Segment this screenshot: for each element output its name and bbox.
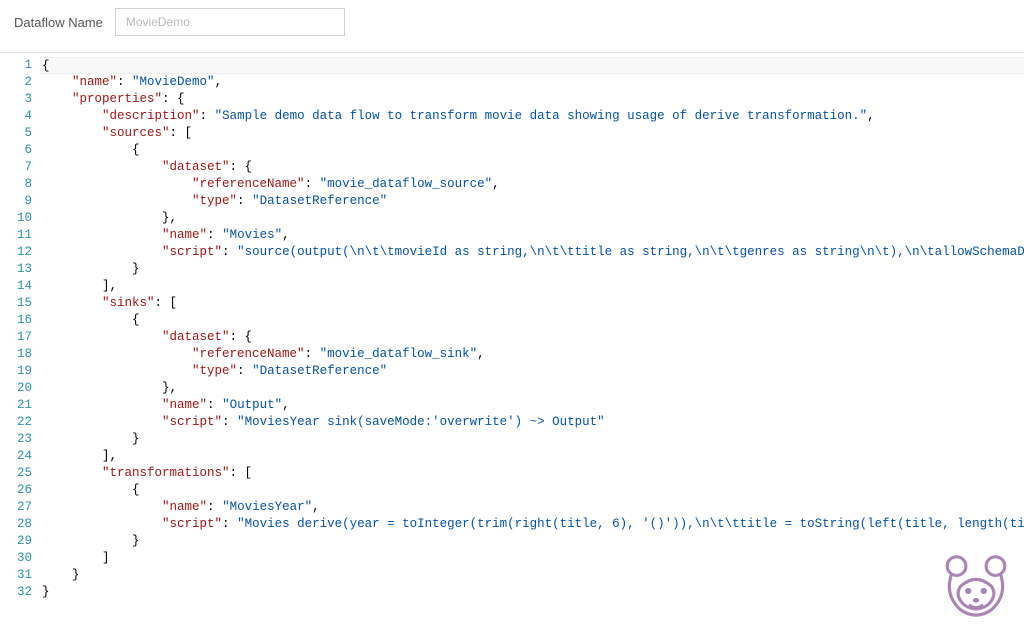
dataflow-name-input[interactable] bbox=[115, 8, 345, 36]
line-number: 10 bbox=[4, 210, 32, 227]
code-line[interactable]: "referenceName": "movie_dataflow_sink", bbox=[40, 346, 1024, 363]
line-number: 11 bbox=[4, 227, 32, 244]
line-number: 20 bbox=[4, 380, 32, 397]
code-line[interactable]: { bbox=[40, 482, 1024, 499]
monkey-logo-icon bbox=[936, 549, 1016, 619]
code-line[interactable]: "dataset": { bbox=[40, 159, 1024, 176]
code-line[interactable]: } bbox=[40, 567, 1024, 584]
code-line[interactable]: { bbox=[40, 312, 1024, 329]
code-line[interactable]: }, bbox=[40, 380, 1024, 397]
code-line[interactable]: "type": "DatasetReference" bbox=[40, 363, 1024, 380]
code-line[interactable]: "description": "Sample demo data flow to… bbox=[40, 108, 1024, 125]
line-number: 21 bbox=[4, 397, 32, 414]
line-number: 31 bbox=[4, 567, 32, 584]
code-line[interactable]: } bbox=[40, 533, 1024, 550]
code-line[interactable]: "script": "MoviesYear sink(saveMode:'ove… bbox=[40, 414, 1024, 431]
code-line[interactable]: "sinks": [ bbox=[40, 295, 1024, 312]
code-line[interactable]: { bbox=[40, 142, 1024, 159]
line-number: 18 bbox=[4, 346, 32, 363]
line-number-gutter: 1234567891011121314151617181920212223242… bbox=[0, 53, 40, 629]
code-line[interactable]: "name": "MovieDemo", bbox=[40, 74, 1024, 91]
line-number: 15 bbox=[4, 295, 32, 312]
code-line[interactable]: }, bbox=[40, 210, 1024, 227]
code-line[interactable]: { bbox=[40, 57, 1024, 74]
code-line[interactable]: "type": "DatasetReference" bbox=[40, 193, 1024, 210]
code-line[interactable]: } bbox=[40, 261, 1024, 278]
code-line[interactable]: "name": "Movies", bbox=[40, 227, 1024, 244]
line-number: 12 bbox=[4, 244, 32, 261]
line-number: 19 bbox=[4, 363, 32, 380]
line-number: 2 bbox=[4, 74, 32, 91]
code-line[interactable]: "script": "source(output(\n\t\tmovieId a… bbox=[40, 244, 1024, 261]
line-number: 7 bbox=[4, 159, 32, 176]
line-number: 30 bbox=[4, 550, 32, 567]
dataflow-name-label: Dataflow Name bbox=[14, 15, 103, 30]
line-number: 24 bbox=[4, 448, 32, 465]
code-line[interactable]: ], bbox=[40, 448, 1024, 465]
code-line[interactable]: "name": "Output", bbox=[40, 397, 1024, 414]
line-number: 25 bbox=[4, 465, 32, 482]
line-number: 16 bbox=[4, 312, 32, 329]
code-line[interactable]: "dataset": { bbox=[40, 329, 1024, 346]
line-number: 9 bbox=[4, 193, 32, 210]
code-line[interactable]: "properties": { bbox=[40, 91, 1024, 108]
code-line[interactable]: "transformations": [ bbox=[40, 465, 1024, 482]
line-number: 8 bbox=[4, 176, 32, 193]
line-number: 17 bbox=[4, 329, 32, 346]
line-number: 23 bbox=[4, 431, 32, 448]
line-number: 6 bbox=[4, 142, 32, 159]
line-number: 13 bbox=[4, 261, 32, 278]
line-number: 32 bbox=[4, 584, 32, 601]
line-number: 3 bbox=[4, 91, 32, 108]
line-number: 5 bbox=[4, 125, 32, 142]
code-line[interactable]: ], bbox=[40, 278, 1024, 295]
json-editor[interactable]: 1234567891011121314151617181920212223242… bbox=[0, 52, 1024, 629]
line-number: 27 bbox=[4, 499, 32, 516]
code-line[interactable]: "referenceName": "movie_dataflow_source"… bbox=[40, 176, 1024, 193]
line-number: 1 bbox=[4, 57, 32, 74]
line-number: 28 bbox=[4, 516, 32, 533]
code-area[interactable]: { "name": "MovieDemo", "properties": { "… bbox=[40, 53, 1024, 629]
code-line[interactable]: } bbox=[40, 584, 1024, 601]
line-number: 22 bbox=[4, 414, 32, 431]
line-number: 26 bbox=[4, 482, 32, 499]
code-line[interactable]: "script": "Movies derive(year = toIntege… bbox=[40, 516, 1024, 533]
line-number: 4 bbox=[4, 108, 32, 125]
code-line[interactable]: "sources": [ bbox=[40, 125, 1024, 142]
line-number: 29 bbox=[4, 533, 32, 550]
code-line[interactable]: } bbox=[40, 431, 1024, 448]
code-line[interactable]: ] bbox=[40, 550, 1024, 567]
line-number: 14 bbox=[4, 278, 32, 295]
header: Dataflow Name bbox=[0, 0, 1024, 52]
code-line[interactable]: "name": "MoviesYear", bbox=[40, 499, 1024, 516]
